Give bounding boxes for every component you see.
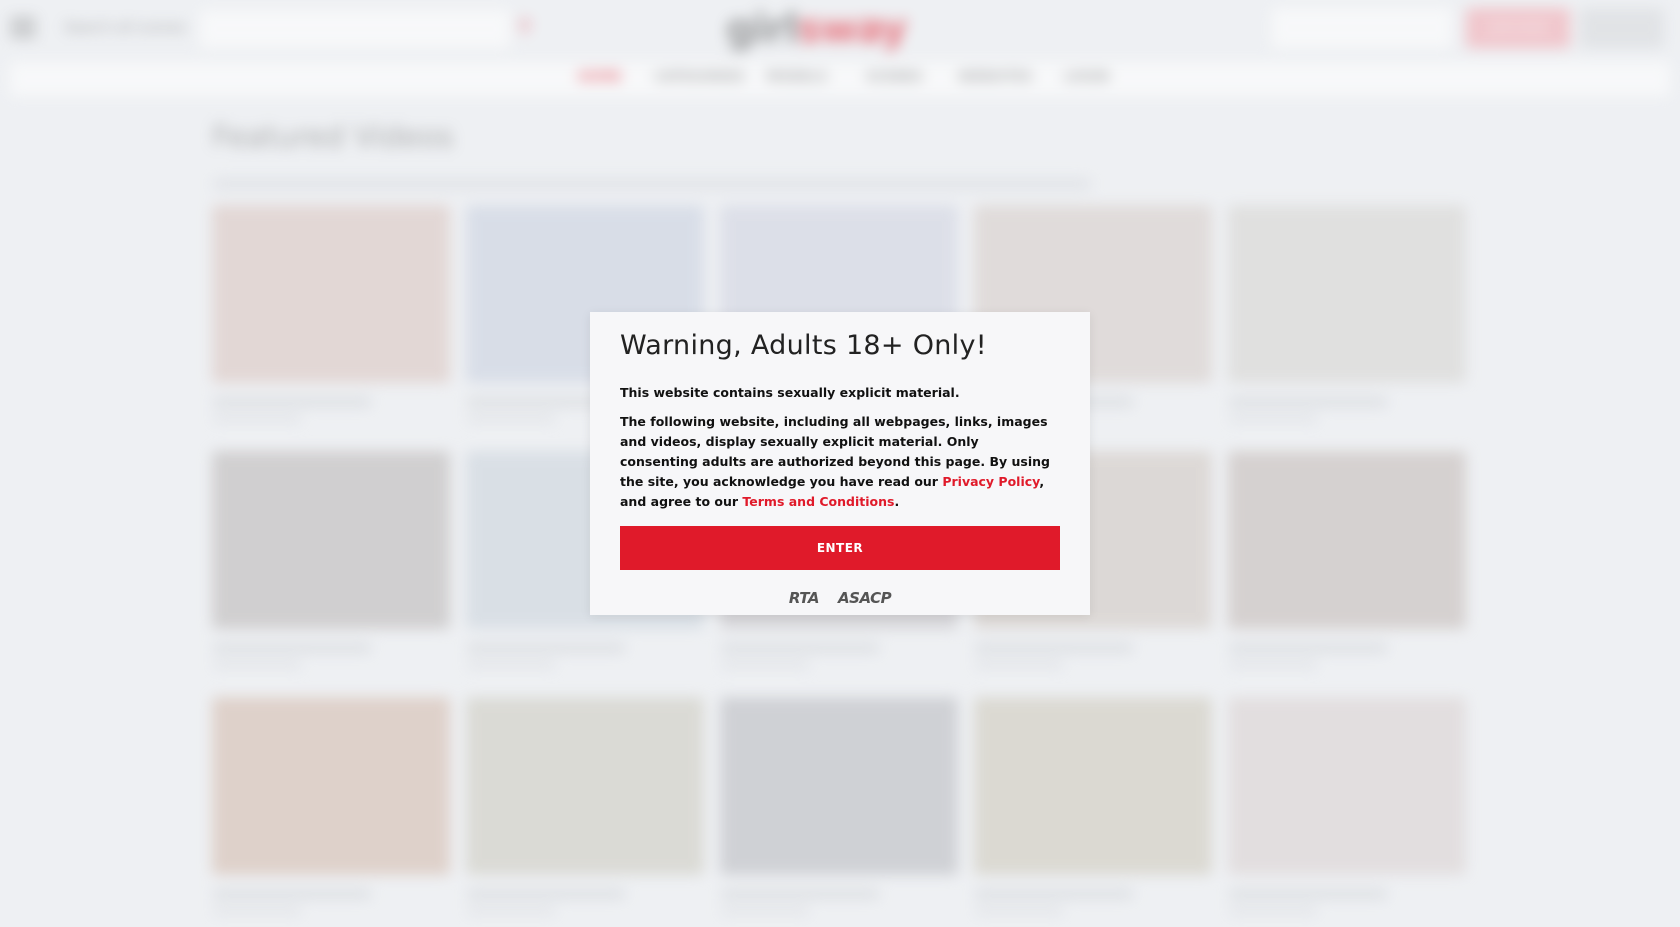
asacp-badge[interactable]: ASACP [838, 589, 892, 607]
modal-disclaimer: The following website, including all web… [620, 412, 1060, 512]
certification-badges: RTA ASACP [620, 588, 1060, 607]
rta-badge[interactable]: RTA [789, 589, 820, 607]
terms-link[interactable]: Terms and Conditions [742, 494, 894, 509]
privacy-policy-link[interactable]: Privacy Policy [942, 474, 1039, 489]
modal-warning-line: This website contains sexually explicit … [620, 385, 960, 400]
modal-overlay: Warning, Adults 18+ Only! This website c… [0, 0, 1680, 927]
enter-button[interactable]: ENTER [620, 526, 1060, 570]
modal-title: Warning, Adults 18+ Only! [620, 330, 987, 361]
disclaimer-text-end: . [894, 494, 900, 509]
age-warning-modal: Warning, Adults 18+ Only! This website c… [590, 312, 1090, 615]
